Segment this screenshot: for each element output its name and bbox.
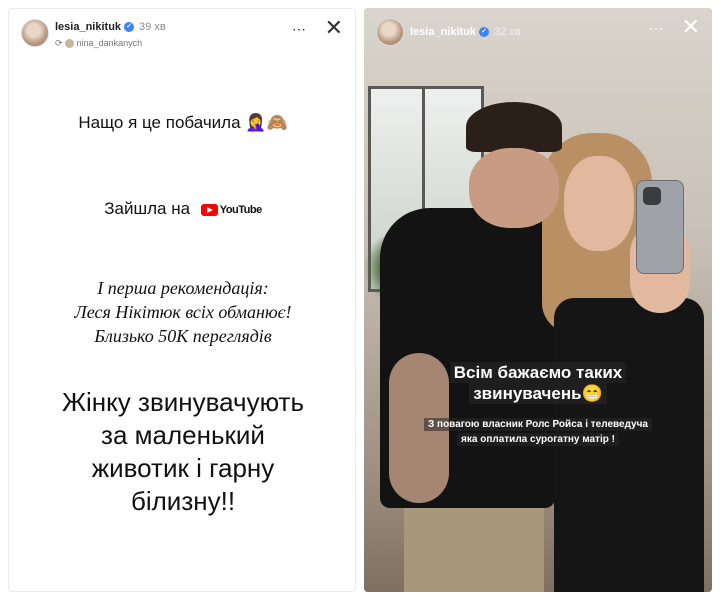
verified-icon: ✓ — [124, 22, 135, 33]
more-options-icon[interactable]: ⋯ — [292, 21, 307, 38]
quote-line: І перша рекомендація: — [97, 278, 269, 298]
repost-avatar — [64, 39, 74, 49]
story-text-prefix: Зайшла на — [104, 199, 191, 218]
quote-line: Близько 50К переглядів — [94, 326, 272, 346]
story-right: lesia_nikituk ✓ 32 хв ⋯ ✕ Всім бажаємо так… — [364, 8, 712, 592]
youtube-play-icon — [200, 204, 218, 217]
story-photo — [364, 8, 712, 592]
headline-line: животик і гарну — [91, 453, 275, 483]
signature-text: яка оплатила сурогатну матір ! — [457, 433, 619, 446]
photo-woman-face — [564, 156, 634, 251]
close-icon[interactable]: ✕ — [682, 16, 700, 38]
photo-phone — [636, 180, 684, 274]
caption-line: звинувачень😁 — [364, 383, 712, 404]
phone-camera — [643, 187, 661, 205]
avatar[interactable] — [376, 18, 404, 46]
story-time: 39 хв — [139, 21, 166, 33]
username-row: lesia_nikituk ✓ 39 хв — [55, 21, 166, 33]
caption-text: Всім бажаємо таких — [449, 362, 627, 383]
caption-text: звинувачень😁 — [469, 383, 607, 404]
story-left: lesia_nikituk ✓ 39 хв ⟳ nina_dankanych ⋯ ✕ … — [8, 8, 356, 592]
story-text-line: Нащо я це побачила 🤦‍♀️🙈 — [78, 113, 288, 132]
more-options-icon[interactable]: ⋯ — [649, 20, 664, 37]
repost-username: nina_dankanych — [76, 38, 143, 48]
story-header-right: lesia_nikituk ✓ 32 хв ⋯ ✕ — [364, 8, 712, 64]
headline-line: за маленький — [101, 420, 265, 450]
verified-icon: ✓ — [479, 27, 490, 38]
avatar[interactable] — [21, 19, 49, 47]
username-row: lesia_nikituk ✓ 32 хв — [410, 26, 521, 38]
story-time: 32 хв — [494, 26, 521, 38]
story-text-youtube-line: Зайшла на YouTube — [9, 199, 355, 220]
username[interactable]: lesia_nikituk — [410, 26, 476, 38]
youtube-wordmark: YouTube — [219, 204, 262, 217]
caption-line: Всім бажаємо таких — [364, 362, 712, 383]
youtube-logo: YouTube — [200, 200, 262, 220]
photo-man-hair — [466, 102, 562, 152]
story-header-left: lesia_nikituk ✓ 39 хв ⟳ nina_dankanych ⋯ ✕ — [9, 9, 355, 65]
username[interactable]: lesia_nikituk — [55, 21, 121, 33]
headline-line: Жінку звинувачують — [62, 387, 304, 417]
close-icon[interactable]: ✕ — [325, 17, 343, 39]
signature-line: З повагою власник Ролс Ройса і телеведуч… — [364, 418, 712, 431]
quote-line: Леся Нікітюк всіх обманює! — [74, 302, 292, 322]
repost-source[interactable]: ⟳ nina_dankanych — [55, 38, 142, 49]
signature-text: З повагою власник Ролс Ройса і телеведуч… — [423, 418, 652, 431]
photo-man-head — [469, 148, 559, 228]
headline-line: білизну!! — [130, 486, 236, 516]
signature-line: яка оплатила сурогатну матір ! — [364, 433, 712, 446]
repost-icon: ⟳ — [55, 38, 63, 48]
